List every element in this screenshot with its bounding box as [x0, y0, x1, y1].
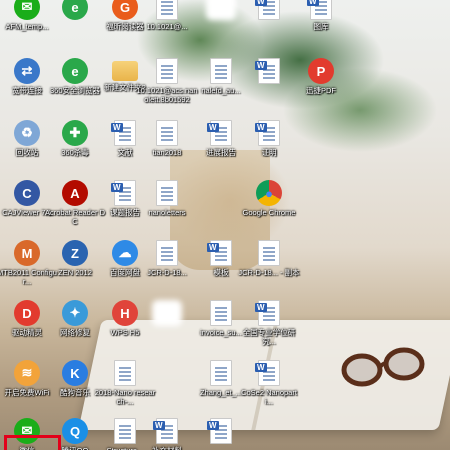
pdf-document-icon: [156, 180, 178, 206]
desktop-icon[interactable]: 2018-Nano research-...: [94, 358, 156, 406]
desktop-icon-label: 迅捷PDF: [306, 86, 336, 95]
blurred-icon: [152, 300, 182, 326]
360-antivirus-icon: ✚: [62, 120, 88, 146]
desktop-icon-label: 证明: [261, 148, 277, 157]
desktop-icon-label: 2018-Nano research-...: [94, 388, 156, 406]
blurred-icon: [206, 0, 236, 20]
pdf-document-icon: [114, 360, 136, 386]
word-document-icon: [207, 240, 232, 266]
desktop-icon-label: 10.1021@acs.nanolett.8b01592: [136, 86, 198, 104]
qq-icon: Q: [62, 418, 88, 444]
word-document-icon: [255, 58, 280, 84]
foxit-reader-icon: G: [112, 0, 138, 20]
pdf-document-icon: [114, 418, 136, 444]
matlab-icon: M: [14, 240, 40, 266]
desktop-icon-label: Google Chrome: [242, 208, 296, 217]
desktop-icon[interactable]: 补充材料: [136, 416, 198, 450]
pdf-document-icon: [156, 0, 178, 20]
baidu-netdisk-icon: ☁: [112, 240, 138, 266]
word-document-icon: [111, 120, 136, 146]
desktop-icon-label: JCR-D-18...: [147, 268, 187, 277]
wps-h5-icon: H: [112, 300, 138, 326]
360-browser-icon: e: [62, 58, 88, 84]
desktop-icon-label: 图库: [313, 22, 329, 31]
desktop-icon-label: CoSe2 Nanoparti...: [241, 388, 297, 406]
word-document-icon: [307, 0, 332, 20]
desktop-icon[interactable]: JCR-D-18...: [136, 238, 198, 277]
selection-highlight: [4, 435, 61, 450]
desktop-icon[interactable]: 证明: [238, 118, 300, 157]
360-browser-icon: e: [62, 0, 88, 20]
word-document-icon: [255, 300, 280, 326]
pdf-document-icon: [258, 240, 280, 266]
desktop-icon-label: nanoletters: [148, 208, 186, 217]
desktop-icon[interactable]: 图库: [290, 0, 352, 31]
word-document-icon: [255, 360, 280, 386]
desktop[interactable]: ✉AFM_temp...eG福昕阅读器10.1021@...图库⇄宽带连接e36…: [0, 0, 450, 450]
desktop-icon[interactable]: 全国专业学位研究...: [238, 298, 300, 346]
desktop-icon-label: 全国专业学位研究...: [242, 328, 296, 346]
pdf-document-icon: [156, 240, 178, 266]
zen-icon: Z: [62, 240, 88, 266]
pdf-document-icon: [156, 120, 178, 146]
desktop-icon[interactable]: tian2018: [136, 118, 198, 157]
pdf-document-icon: [156, 58, 178, 84]
desktop-icon[interactable]: [190, 416, 252, 446]
chrome-icon: ●: [256, 180, 282, 206]
desktop-icon[interactable]: ● Google Chrome: [238, 178, 300, 217]
desktop-icon-label: JCR-D-18... - 副本: [238, 268, 300, 277]
desktop-icon[interactable]: JCR-D-18... - 副本: [238, 238, 300, 277]
pdf-document-icon: [210, 58, 232, 84]
desktop-icon-label: AFM_temp...: [5, 22, 49, 31]
desktop-icon-label: 10.1021@...: [146, 22, 188, 31]
desktop-icon[interactable]: 10.1021@...: [136, 0, 198, 31]
desktop-icon-label: 补充材料: [136, 446, 198, 450]
pdf-converter-icon: P: [308, 58, 334, 84]
desktop-icon-label: WPS H5: [110, 328, 140, 337]
pdf-document-icon: [210, 360, 232, 386]
word-document-icon: [255, 0, 280, 20]
kugou-music-icon: K: [62, 360, 88, 386]
desktop-icon[interactable]: 10.1021@acs.nanolett.8b01592: [136, 56, 198, 104]
desktop-icon[interactable]: nanoletters: [136, 178, 198, 217]
folder-icon: [112, 61, 138, 81]
desktop-icon-label: tian2018: [152, 148, 182, 157]
desktop-icon[interactable]: P 迅捷PDF: [290, 56, 352, 95]
network-repair-icon: ✦: [62, 300, 88, 326]
wallpaper-glasses: [341, 347, 425, 387]
pdf-document-icon: [210, 300, 232, 326]
word-document-icon: [111, 180, 136, 206]
desktop-icon-label: nalefd_au...: [201, 86, 241, 95]
desktop-icon[interactable]: [136, 298, 198, 328]
word-document-icon: [255, 120, 280, 146]
driver-genius-icon: D: [14, 300, 40, 326]
desktop-icon[interactable]: CoSe2 Nanoparti...: [238, 358, 300, 406]
word-document-icon: [153, 418, 178, 444]
free-wifi-icon: ≋: [14, 360, 40, 386]
acrobat-reader-icon: A: [62, 180, 88, 206]
recycle-bin-icon: ♻: [14, 120, 40, 146]
cajviewer-icon: C: [14, 180, 40, 206]
word-document-icon: [207, 120, 232, 146]
word-document-icon: [207, 418, 232, 444]
network-connection-icon: ⇄: [14, 58, 40, 84]
wechat-icon: ✉: [14, 0, 40, 20]
